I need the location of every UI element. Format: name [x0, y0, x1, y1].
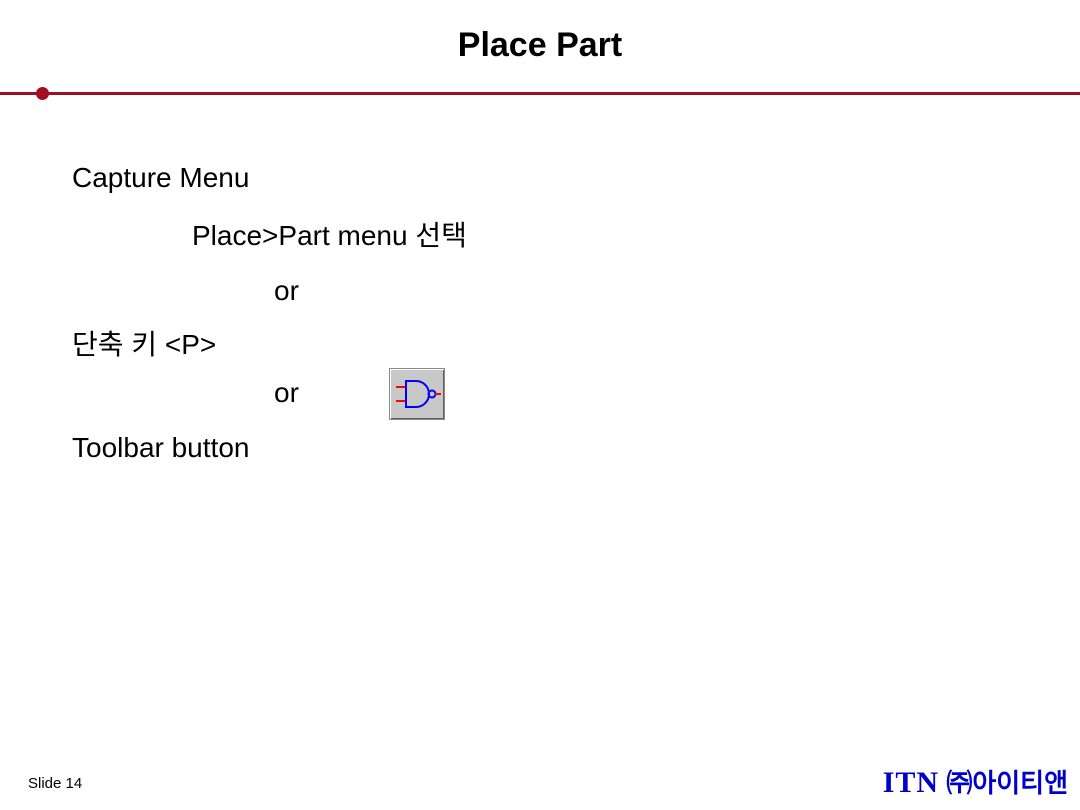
- brand-rest: ㈜아이티앤: [939, 768, 1068, 798]
- place-part-toolbar-button[interactable]: [389, 368, 445, 420]
- text-or-2: or: [274, 375, 299, 411]
- text-place-part-menu: Place>Part menu 선택: [192, 218, 467, 254]
- content-block: Capture Menu Place>Part menu 선택 or 단축 키 …: [72, 160, 467, 466]
- text-toolbar-button: Toolbar button: [72, 430, 467, 466]
- slide-number: Slide 14: [28, 775, 82, 792]
- brand-label: ITN ㈜아이티앤: [883, 763, 1068, 800]
- page-title: Place Part: [0, 26, 1080, 65]
- nand-gate-icon: [394, 377, 442, 413]
- title-divider: [0, 92, 1080, 98]
- divider-dot: [36, 87, 49, 100]
- footer: Slide 14 ITN ㈜아이티앤: [0, 770, 1080, 810]
- divider-line: [0, 92, 1080, 95]
- text-capture-menu: Capture Menu: [72, 160, 467, 196]
- brand-itn: ITN: [883, 766, 939, 799]
- text-or-1: or: [274, 273, 467, 309]
- text-shortcut: 단축 키 <P>: [72, 327, 467, 363]
